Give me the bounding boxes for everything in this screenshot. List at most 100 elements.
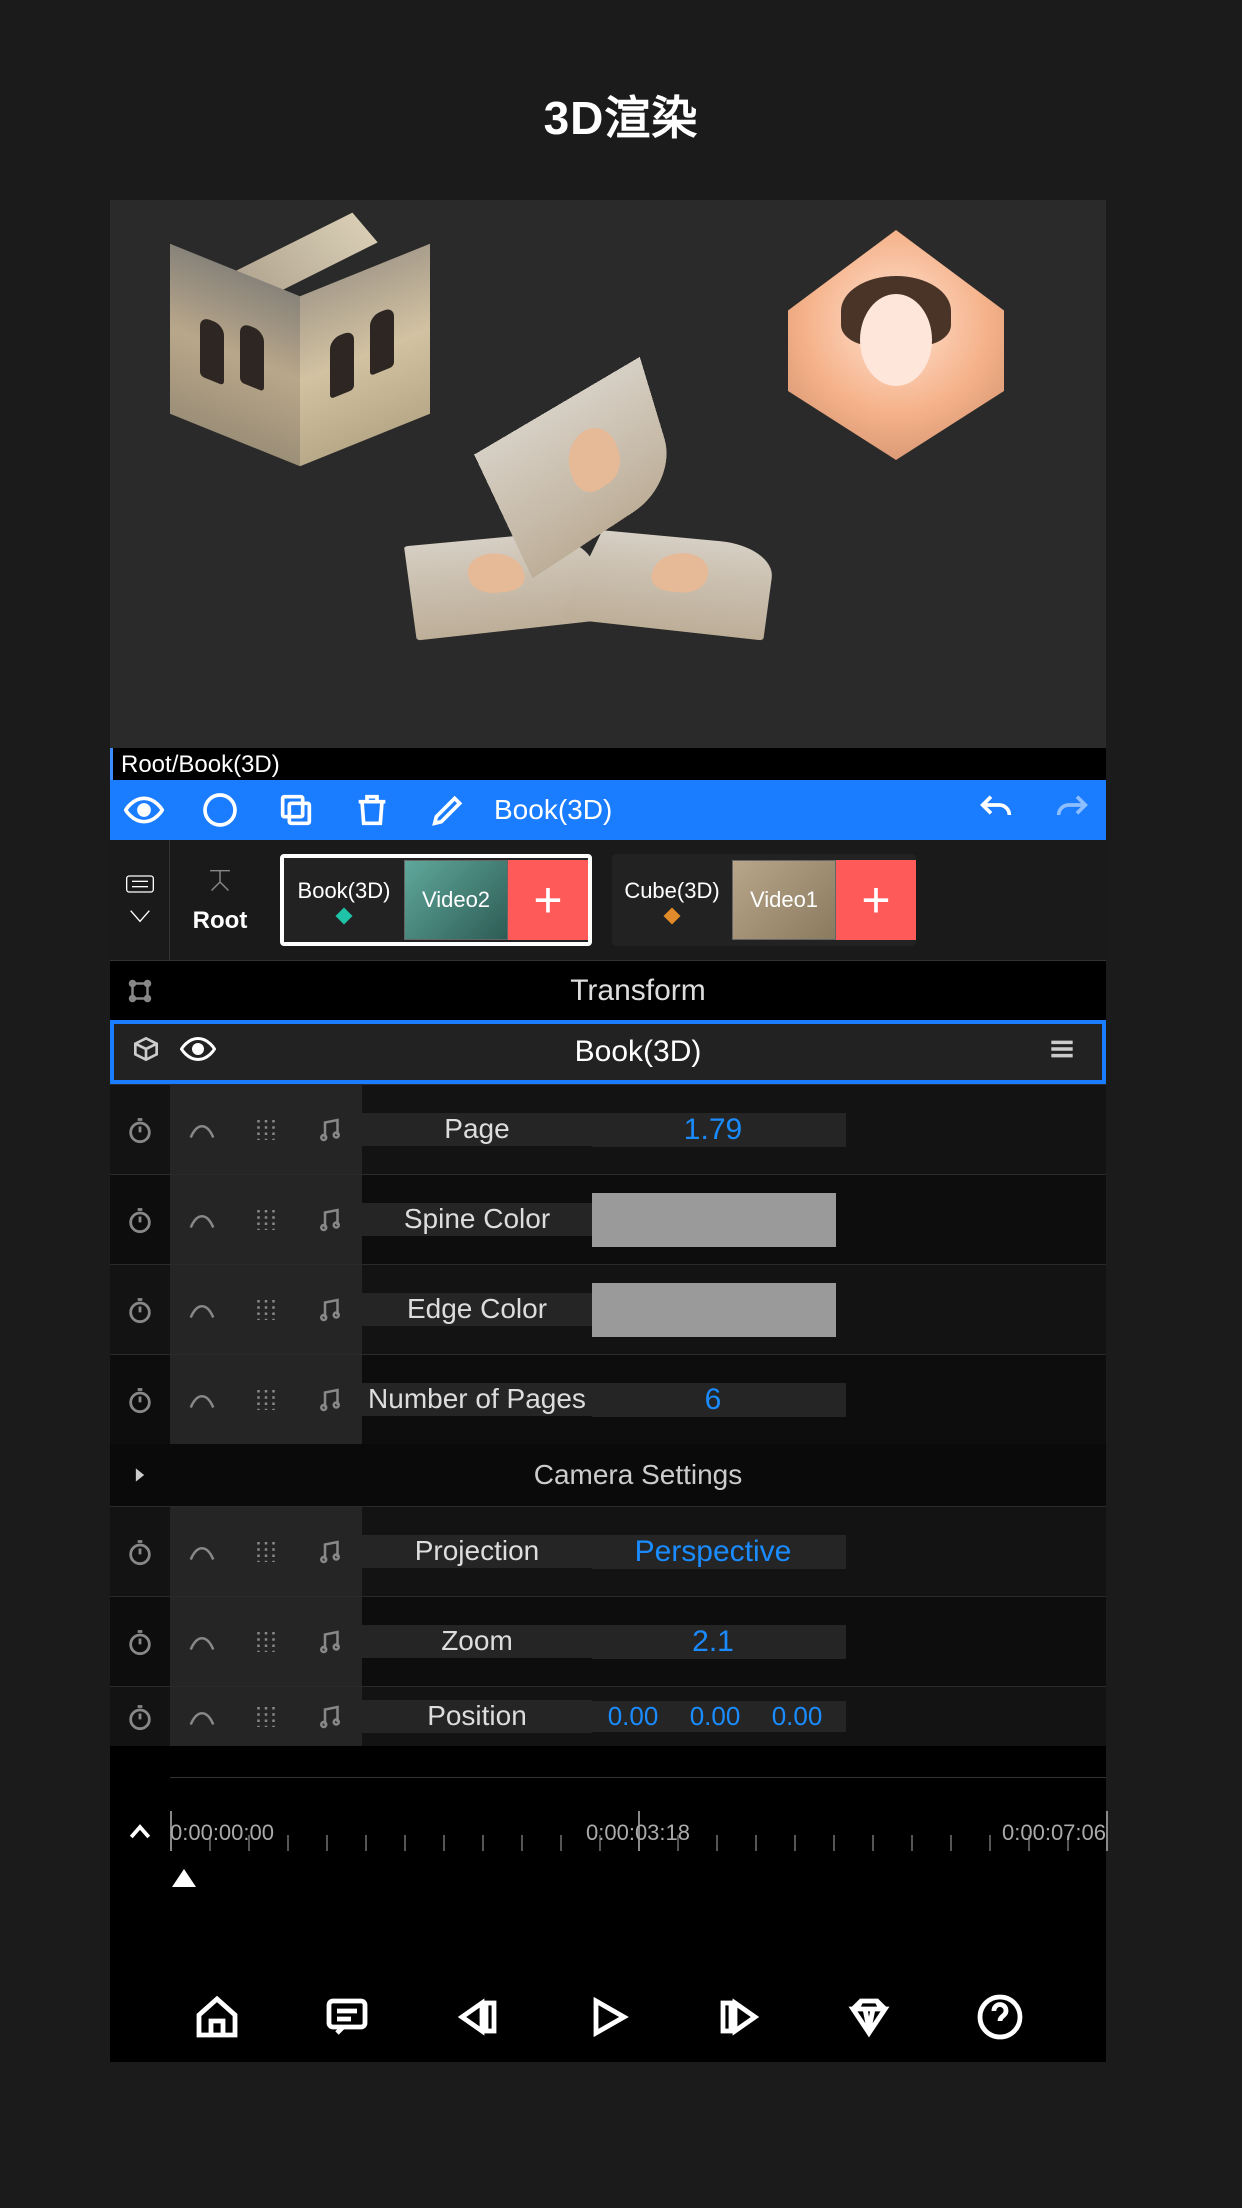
chevron-right-icon	[110, 1444, 170, 1506]
add-layer-button[interactable]: +	[508, 860, 588, 940]
property-label: Edge Color	[362, 1293, 592, 1325]
visibility-icon[interactable]	[124, 790, 164, 830]
timeline-label: 0:00:03:18	[586, 1820, 690, 1846]
preview-object-gem	[776, 230, 1016, 460]
help-icon[interactable]	[976, 1993, 1024, 2041]
shake-icon[interactable]	[234, 1507, 298, 1596]
play-icon[interactable]	[584, 1993, 632, 2041]
audio-icon[interactable]	[298, 1355, 362, 1444]
preview-object-book	[410, 420, 790, 650]
property-label: Projection	[362, 1535, 592, 1567]
layer-thumb[interactable]: Video2	[404, 860, 508, 940]
curve-icon[interactable]	[170, 1085, 234, 1174]
audio-icon[interactable]	[298, 1175, 362, 1264]
property-value[interactable]: 1.79	[592, 1113, 846, 1147]
layer-list-toggle[interactable]	[110, 840, 170, 960]
undo-icon[interactable]	[976, 790, 1016, 830]
curve-icon[interactable]	[170, 1265, 234, 1354]
property-value[interactable]: 2.1	[592, 1625, 846, 1659]
property-value[interactable]: Perspective	[592, 1535, 846, 1569]
step-back-icon[interactable]	[454, 1993, 502, 2041]
stopwatch-icon[interactable]	[110, 1355, 170, 1444]
layer-thumb[interactable]: Video1	[732, 860, 836, 940]
shake-icon[interactable]	[234, 1265, 298, 1354]
transform-section[interactable]: Transform	[110, 960, 1106, 1020]
mask-icon[interactable]	[200, 790, 240, 830]
visibility-icon[interactable]	[180, 1031, 230, 1074]
stopwatch-icon[interactable]	[110, 1597, 170, 1686]
timeline-ruler[interactable]: 0:00:00:000:00:03:180:00:07:06	[170, 1777, 1106, 1887]
shake-icon[interactable]	[234, 1355, 298, 1444]
curve-icon[interactable]	[170, 1175, 234, 1264]
cube-icon[interactable]	[130, 1033, 170, 1072]
property-value[interactable]: 6	[592, 1383, 846, 1417]
stopwatch-icon[interactable]	[110, 1507, 170, 1596]
comments-icon[interactable]	[323, 1993, 371, 2041]
transform-icon	[110, 976, 170, 1006]
step-forward-icon[interactable]	[715, 1993, 763, 2041]
curve-icon[interactable]	[170, 1507, 234, 1596]
shake-icon[interactable]	[234, 1085, 298, 1174]
color-swatch[interactable]	[592, 1193, 836, 1247]
root-label: Root	[193, 907, 248, 935]
camera-settings-section[interactable]: Camera Settings	[110, 1444, 1106, 1506]
audio-icon[interactable]	[298, 1507, 362, 1596]
shake-icon[interactable]	[234, 1687, 298, 1746]
layer-card-book[interactable]: Book(3D) Video2 +	[280, 854, 592, 946]
diamond-icon[interactable]	[845, 1993, 893, 2041]
audio-icon[interactable]	[298, 1687, 362, 1746]
breadcrumb[interactable]: Root/Book(3D)	[110, 748, 1106, 782]
property-row-edge-color: Edge Color	[110, 1264, 1106, 1354]
object-title: Book(3D)	[230, 1035, 1046, 1069]
stopwatch-icon[interactable]	[110, 1085, 170, 1174]
section-label: Camera Settings	[170, 1459, 1106, 1491]
delete-icon[interactable]	[352, 790, 392, 830]
property-row-spine-color: Spine Color	[110, 1174, 1106, 1264]
layer-card-cube[interactable]: Cube(3D) Video1 +	[612, 854, 916, 946]
curve-icon[interactable]	[170, 1687, 234, 1746]
color-swatch[interactable]	[592, 1283, 836, 1337]
audio-icon[interactable]	[298, 1085, 362, 1174]
stopwatch-icon[interactable]	[110, 1265, 170, 1354]
root-layer[interactable]: Root	[170, 840, 270, 960]
shake-icon[interactable]	[234, 1597, 298, 1686]
keyframe-diamond-icon	[664, 908, 681, 925]
object-panel-header: Book(3D)	[110, 1020, 1106, 1084]
transform-label: Transform	[170, 974, 1106, 1008]
home-icon[interactable]	[193, 1993, 241, 2041]
property-list: Page 1.79 Spine Color Edge Color Number …	[110, 1084, 1106, 1777]
audio-icon[interactable]	[298, 1265, 362, 1354]
stopwatch-icon[interactable]	[110, 1687, 170, 1746]
property-row-position: Position 0.00 0.00 0.00	[110, 1686, 1106, 1746]
stopwatch-icon[interactable]	[110, 1175, 170, 1264]
app-frame: Root/Book(3D) Book(3D)	[110, 200, 1106, 2062]
property-row-num-pages: Number of Pages 6	[110, 1354, 1106, 1444]
property-label: Spine Color	[362, 1203, 592, 1235]
curve-icon[interactable]	[170, 1597, 234, 1686]
collapse-icon[interactable]	[110, 1777, 170, 1887]
property-row-projection: Projection Perspective	[110, 1506, 1106, 1596]
page-title: 3D渲染	[0, 0, 1242, 148]
audio-icon[interactable]	[298, 1597, 362, 1686]
property-value[interactable]: 0.00 0.00 0.00	[592, 1701, 846, 1732]
layer-label: Book(3D)	[298, 878, 391, 904]
menu-icon[interactable]	[1046, 1033, 1086, 1072]
timeline-label: 0:00:07:06	[1002, 1820, 1106, 1846]
duplicate-icon[interactable]	[276, 790, 316, 830]
property-label: Number of Pages	[362, 1383, 592, 1415]
property-row-page: Page 1.79	[110, 1084, 1106, 1174]
property-label: Position	[362, 1700, 592, 1732]
add-layer-button[interactable]: +	[836, 860, 916, 940]
shake-icon[interactable]	[234, 1175, 298, 1264]
edit-toolbar: Book(3D)	[110, 780, 1106, 840]
curve-icon[interactable]	[170, 1355, 234, 1444]
preview-canvas[interactable]	[110, 200, 1106, 748]
redo-icon[interactable]	[1052, 790, 1092, 830]
preview-object-cube	[170, 240, 430, 460]
playhead-icon[interactable]	[172, 1869, 196, 1887]
layer-label: Cube(3D)	[624, 878, 719, 904]
timeline[interactable]: 0:00:00:000:00:03:180:00:07:06	[110, 1777, 1106, 1887]
edit-icon[interactable]	[428, 790, 468, 830]
property-label: Zoom	[362, 1625, 592, 1657]
layer-strip: Root Book(3D) Video2 + Cube(3D) Video1 +	[110, 840, 1106, 960]
